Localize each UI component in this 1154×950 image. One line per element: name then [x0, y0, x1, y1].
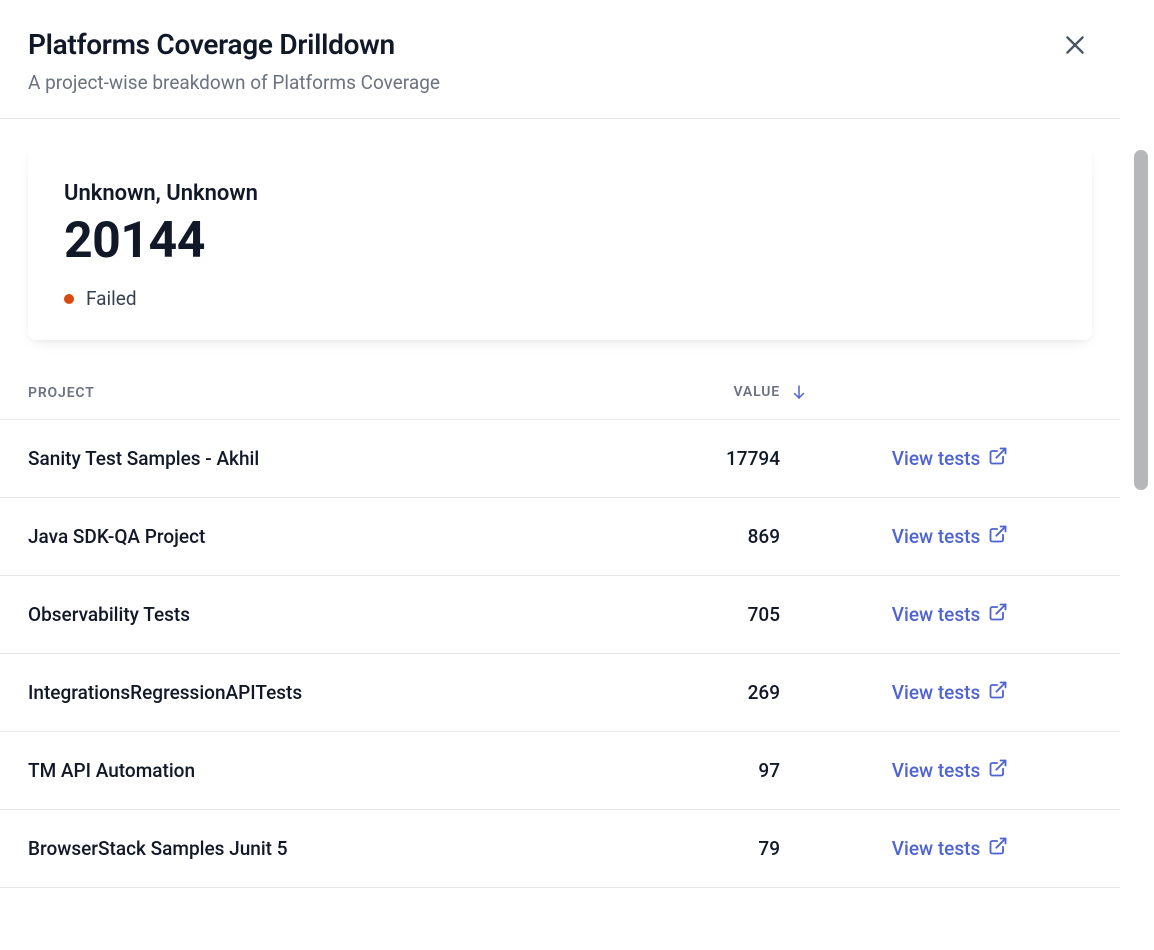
project-value: 869 [588, 525, 808, 548]
view-tests-label: View tests [892, 759, 981, 782]
table-header-row: PROJECT VALUE [0, 364, 1120, 420]
external-link-icon [988, 758, 1008, 783]
project-name: Java SDK-QA Project [28, 525, 205, 548]
project-name: BrowserStack Samples Junit 5 [28, 837, 288, 860]
page-subtitle: A project-wise breakdown of Platforms Co… [28, 71, 440, 94]
column-header-project[interactable]: PROJECT [28, 385, 95, 401]
summary-subtitle: Unknown, Unknown [64, 181, 1056, 206]
view-tests-link[interactable]: View tests [892, 836, 1009, 861]
project-value: 269 [588, 681, 808, 704]
external-link-icon [988, 524, 1008, 549]
view-tests-link[interactable]: View tests [892, 446, 1009, 471]
column-header-value[interactable]: VALUE [733, 384, 780, 400]
project-value: 705 [588, 603, 808, 626]
close-icon [1062, 32, 1088, 61]
view-tests-label: View tests [892, 681, 981, 704]
external-link-icon [988, 602, 1008, 627]
project-name: IntegrationsRegressionAPITests [28, 681, 302, 704]
project-name: Observability Tests [28, 603, 190, 626]
status-row: Failed [64, 287, 1056, 310]
project-value: 97 [588, 759, 808, 782]
scrollbar-thumb[interactable] [1134, 150, 1148, 490]
view-tests-link[interactable]: View tests [892, 602, 1009, 627]
close-button[interactable] [1058, 28, 1092, 65]
view-tests-link[interactable]: View tests [892, 524, 1009, 549]
summary-count: 20144 [64, 214, 1056, 269]
view-tests-link[interactable]: View tests [892, 758, 1009, 783]
summary-card: Unknown, Unknown 20144 Failed [28, 147, 1092, 340]
drilldown-header: Platforms Coverage Drilldown A project-w… [0, 0, 1120, 119]
table-row: BrowserStack Samples Junit 5 79 View tests [0, 810, 1120, 888]
table-row: TM API Automation 97 View tests [0, 732, 1120, 810]
table-row: Java SDK-QA Project 869 View tests [0, 498, 1120, 576]
external-link-icon [988, 680, 1008, 705]
external-link-icon [988, 446, 1008, 471]
view-tests-label: View tests [892, 837, 981, 860]
table-row: Sanity Test Samples - Akhil 17794 View tes… [0, 420, 1120, 498]
page-title: Platforms Coverage Drilldown [28, 28, 440, 61]
status-dot-icon [64, 294, 74, 304]
project-name: Sanity Test Samples - Akhil [28, 447, 259, 470]
sort-descending-icon[interactable] [790, 383, 808, 401]
view-tests-label: View tests [892, 603, 981, 626]
table-row: Observability Tests 705 View tests [0, 576, 1120, 654]
view-tests-label: View tests [892, 525, 981, 548]
project-name: TM API Automation [28, 759, 195, 782]
view-tests-label: View tests [892, 447, 981, 470]
project-value: 79 [588, 837, 808, 860]
status-label: Failed [86, 287, 137, 310]
table-row: IntegrationsRegressionAPITests 269 View te… [0, 654, 1120, 732]
external-link-icon [988, 836, 1008, 861]
project-value: 17794 [588, 447, 808, 470]
view-tests-link[interactable]: View tests [892, 680, 1009, 705]
